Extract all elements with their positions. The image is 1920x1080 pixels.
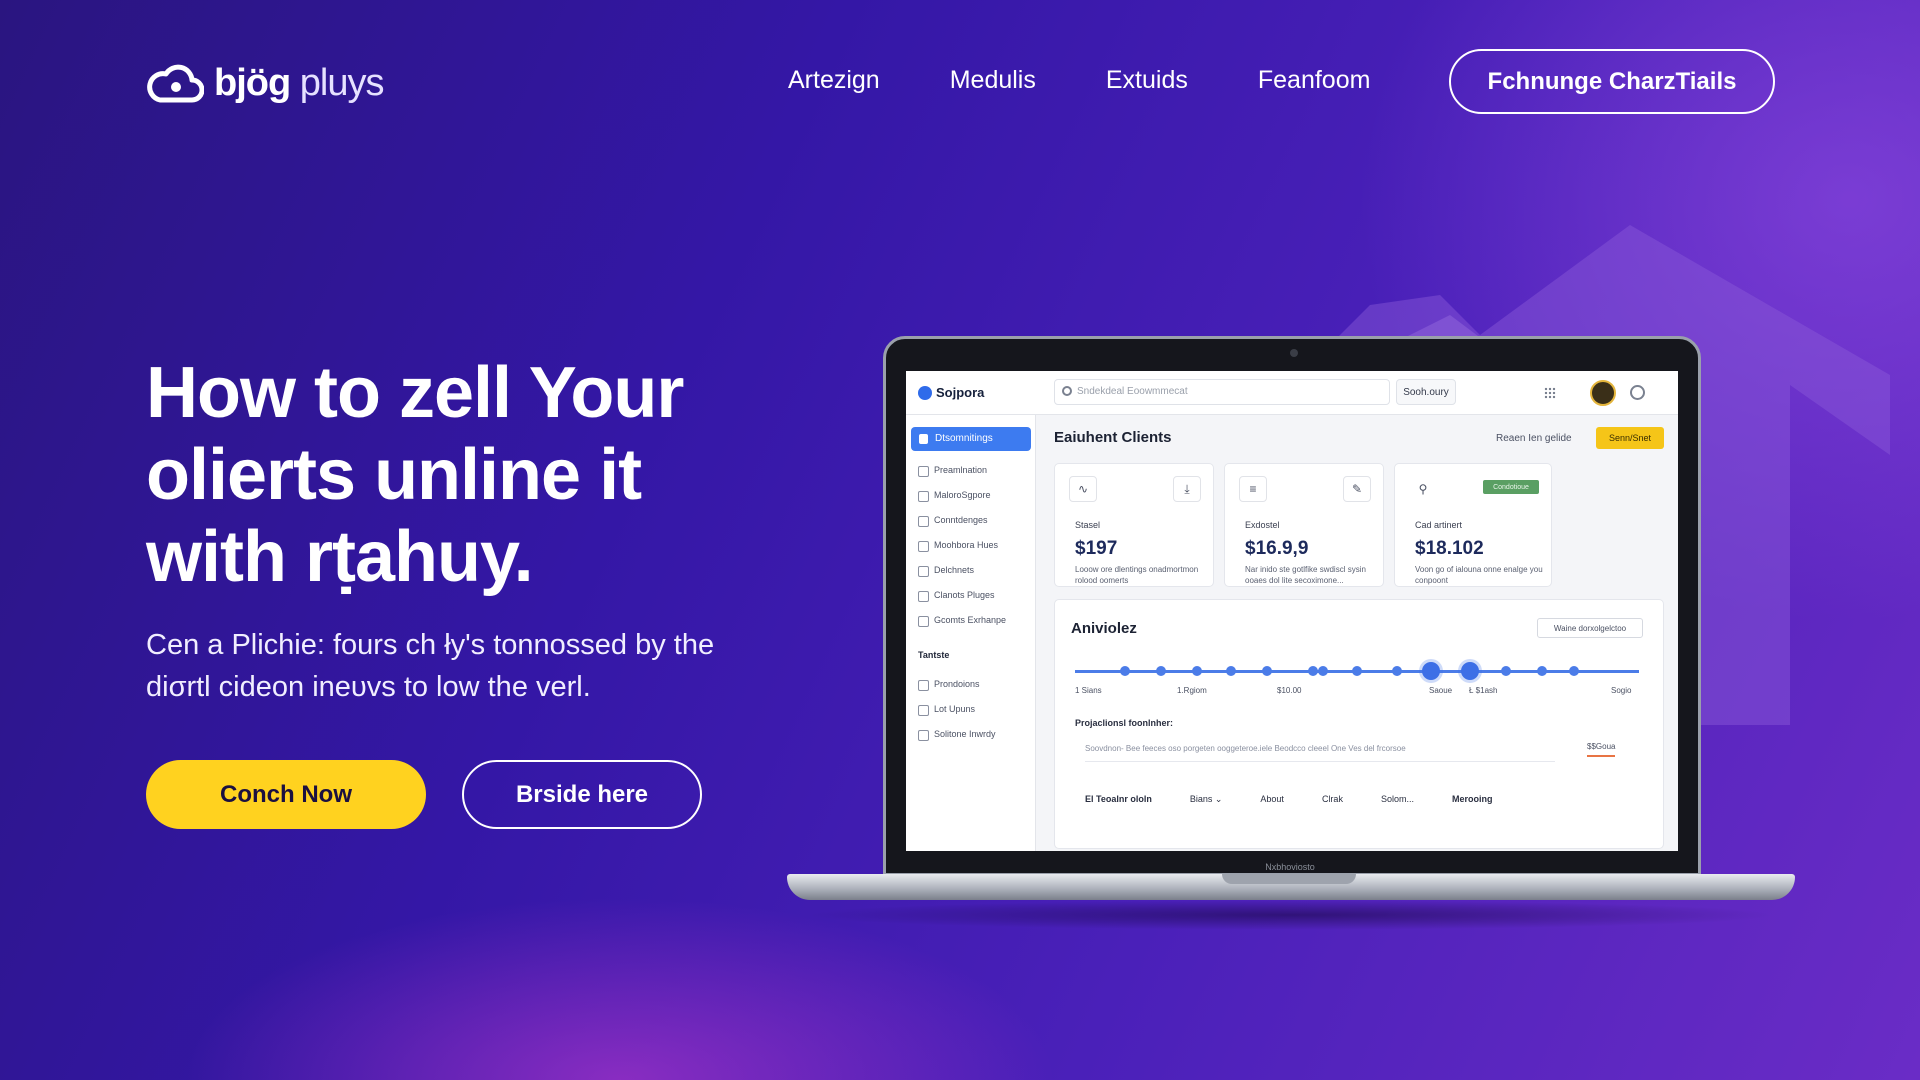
nav-link-medulis[interactable]: Medulis: [950, 60, 1036, 100]
stat-value: $16.9,9: [1245, 538, 1309, 559]
timeline-handle[interactable]: [1461, 662, 1479, 680]
timeline-handle[interactable]: [1422, 662, 1440, 680]
laptop-shadow: [800, 900, 1780, 930]
app-search-input[interactable]: Sndekdeal Eoowmmecat: [1054, 379, 1390, 405]
search-icon: [1062, 386, 1072, 396]
hero-subtitle: Cen a Plichie: fours ch ły's tonnossed b…: [146, 629, 715, 703]
table-row[interactable]: Soovdnon- Bee feeces oso porgeten oogget…: [1085, 744, 1555, 762]
timeline-label: Ł $1ash: [1469, 686, 1498, 695]
timeline-dot[interactable]: [1501, 666, 1511, 676]
stat-value: $18.102: [1415, 538, 1484, 559]
app-logo-icon: [918, 385, 932, 400]
panel-subtitle: Projaclionsl foonlnher:: [1075, 718, 1174, 728]
primary-cta-button[interactable]: Conch Now: [146, 760, 426, 829]
footer-item[interactable]: About: [1260, 794, 1284, 805]
footer-item[interactable]: Merooing: [1452, 794, 1493, 805]
stat-card[interactable]: ≡ ✎ Exdostel $16.9,9 Nar inido ste gotlf…: [1224, 463, 1384, 587]
timeline-dot[interactable]: [1318, 666, 1328, 676]
sidebar-item-active[interactable]: Dtsomnitings: [911, 427, 1031, 451]
sidebar-item[interactable]: Prondoions: [918, 679, 980, 691]
timeline-dot[interactable]: [1262, 666, 1272, 676]
secondary-cta-button[interactable]: Brside here: [462, 760, 702, 829]
apps-grid-icon[interactable]: [1544, 387, 1556, 399]
footer-item[interactable]: Solom...: [1381, 794, 1414, 805]
laptop-label: Nxbhoviosto: [1265, 862, 1315, 872]
avatar[interactable]: [1590, 380, 1616, 406]
brand-name: bjög pluуѕ: [214, 61, 384, 104]
sidebar-item[interactable]: MaloroSgpore: [918, 490, 991, 502]
stat-description: Looow ore dlentings onadmortmon rolood o…: [1075, 565, 1199, 585]
laptop-notch: [1222, 874, 1356, 884]
header-link[interactable]: Reaen Ien gelide: [1496, 433, 1572, 444]
nav-link-extuids[interactable]: Extuids: [1106, 60, 1188, 100]
user-icon: ⚲: [1418, 482, 1428, 496]
sidebar-item[interactable]: Gcomts Exrhanpe: [918, 615, 1006, 627]
top-nav: Artezign Medulis Extuids Feanfoom: [788, 60, 1440, 100]
timeline-dot[interactable]: [1226, 666, 1236, 676]
footer-item[interactable]: Clrak: [1322, 794, 1343, 805]
menu-icon: ≡: [1239, 476, 1267, 502]
nav-link-feanfoom[interactable]: Feanfoom: [1258, 60, 1371, 100]
panel-footer: El Teoalnr ololn Bians ⌄ About Clrak Sol…: [1085, 794, 1645, 805]
stat-value: $197: [1075, 538, 1118, 559]
timeline-dot[interactable]: [1156, 666, 1166, 676]
stat-card[interactable]: ⚲ Condotioue Cad artinert $18.102 Voon g…: [1394, 463, 1552, 587]
stat-description: Nar inido ste gotlfike swdiscl sysin ooa…: [1245, 565, 1366, 585]
app-brand[interactable]: Sojpora: [918, 385, 984, 400]
sidebar-item[interactable]: Clanots Pluges: [918, 590, 995, 602]
edit-icon[interactable]: ✎: [1343, 476, 1371, 502]
app-search-button[interactable]: Sooh.oury: [1396, 379, 1456, 405]
brand-logo[interactable]: bjög pluуѕ: [146, 58, 384, 108]
page-title: Eaiuhent Clients: [1054, 429, 1172, 446]
timeline-label: Saoue: [1429, 686, 1453, 695]
timeline-label: Sogio: [1611, 686, 1632, 695]
analytics-panel: Aniviolez Waine dorxolgelctoo 1 Sians 1.…: [1054, 599, 1664, 849]
cloud-icon: [147, 64, 204, 103]
status-badge: Condotioue: [1483, 480, 1539, 494]
table-row-value: $$Goua: [1587, 742, 1616, 757]
sidebar-item[interactable]: Lot Upuns: [918, 704, 975, 716]
nav-cta-button[interactable]: Fchnunge CharzTiails: [1449, 49, 1775, 114]
timeline-dot[interactable]: [1308, 666, 1318, 676]
timeline-dot[interactable]: [1120, 666, 1130, 676]
sidebar-item[interactable]: Moohbora Hues: [918, 540, 998, 552]
stat-label: Exdostel: [1245, 520, 1280, 530]
stat-card[interactable]: ∿ ⤓ Stasel $197 Looow ore dlentings onad…: [1054, 463, 1214, 587]
timeline-dot[interactable]: [1569, 666, 1579, 676]
timeline-dot[interactable]: [1537, 666, 1547, 676]
nav-link-artezign[interactable]: Artezign: [788, 60, 880, 100]
hero-title: How to zell Your olierts unline it with …: [146, 353, 684, 597]
timeline-dot[interactable]: [1352, 666, 1362, 676]
app-sidebar: Dtsomnitings Preamlnation MaloroSgpore C…: [906, 415, 1036, 851]
timeline-label: 1.Rgiom: [1177, 686, 1207, 695]
panel-button[interactable]: Waine dorxolgelctoo: [1537, 618, 1643, 638]
sidebar-item[interactable]: Solitone Inwrdy: [918, 729, 996, 741]
sidebar-item[interactable]: Conntdenges: [918, 515, 988, 527]
timeline-dot[interactable]: [1392, 666, 1402, 676]
activity-icon: ∿: [1069, 476, 1097, 502]
sidebar-item[interactable]: Preamlnation: [918, 465, 987, 477]
stat-description: Voon go of ialouna onne enalge you conpo…: [1415, 565, 1543, 585]
camera-dot: [1290, 349, 1298, 357]
sidebar-item[interactable]: Delchnets: [918, 565, 974, 577]
timeline-dot[interactable]: [1192, 666, 1202, 676]
sidebar-section-heading: Tantste: [918, 650, 950, 660]
download-icon[interactable]: ⤓: [1173, 476, 1201, 502]
app-topbar: Sojpora Sndekdeal Eoowmmecat Sooh.oury: [906, 371, 1678, 415]
dashboard-screen: Sojpora Sndekdeal Eoowmmecat Sooh.oury D…: [906, 371, 1678, 851]
footer-item[interactable]: El Teoalnr ololn: [1085, 794, 1152, 805]
help-icon[interactable]: [1630, 385, 1645, 400]
header-badge-button[interactable]: Senn/Snet: [1596, 427, 1664, 449]
timeline-label: $10.00: [1277, 686, 1302, 695]
laptop-mockup: Sojpora Sndekdeal Eoowmmecat Sooh.oury D…: [883, 336, 1701, 876]
stat-label: Cad artinert: [1415, 520, 1463, 530]
footer-dropdown[interactable]: Bians ⌄: [1190, 794, 1223, 805]
stat-label: Stasel: [1075, 520, 1101, 530]
timeline-label: 1 Sians: [1075, 686, 1102, 695]
panel-title: Aniviolez: [1071, 620, 1137, 637]
